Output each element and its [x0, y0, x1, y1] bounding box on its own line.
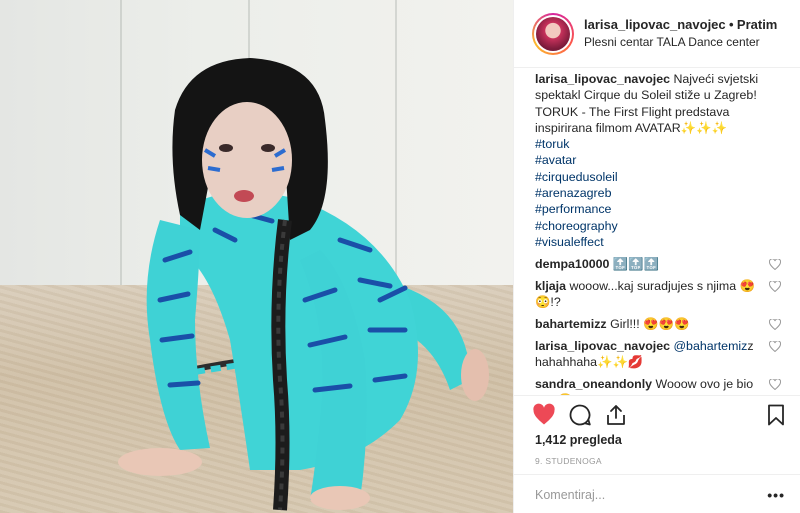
hashtag-link[interactable]: #cirquedusoleil — [535, 169, 783, 185]
hashtag-link[interactable]: #avatar — [535, 152, 783, 168]
dancer-figure — [118, 58, 489, 511]
comment-like-icon[interactable] — [769, 259, 781, 271]
post-header: larisa_lipovac_navojec • Pratim Plesni c… — [514, 0, 800, 68]
comment-item: kljaja wooow...kaj suradjujes s njima 😍😳… — [535, 278, 783, 310]
hashtag-link[interactable]: #visualeffect — [535, 234, 783, 250]
author-avatar[interactable] — [532, 12, 574, 55]
add-comment-section: ••• — [514, 474, 800, 513]
comment-text: wooow...kaj suradjujes s njima 😍😳!? — [535, 279, 756, 310]
action-bar — [514, 395, 800, 431]
hashtag-link[interactable]: #choreography — [535, 218, 783, 234]
heart-filled-icon[interactable] — [532, 403, 556, 427]
caption-username[interactable]: larisa_lipovac_navojec — [535, 72, 670, 86]
following-button[interactable]: Pratim — [737, 17, 777, 32]
comment-like-icon[interactable] — [769, 281, 781, 293]
comment-item: sandra_oneandonly Wooow ovo je bio šok 😳 — [535, 376, 783, 395]
more-options-icon[interactable]: ••• — [767, 487, 785, 503]
comment-like-icon[interactable] — [769, 379, 781, 391]
hashtag-link[interactable]: #arenazagreb — [535, 185, 783, 201]
comment-username[interactable]: bahartemizz — [535, 317, 607, 331]
post-date: 9. STUDENOGA — [535, 456, 602, 466]
comment-item: larisa_lipovac_navojec @bahartemizz haha… — [535, 338, 783, 370]
view-count[interactable]: 1,412 pregleda — [535, 433, 622, 447]
comment-username[interactable]: kljaja — [535, 279, 566, 293]
comment-like-icon[interactable] — [769, 319, 781, 331]
comment-item: bahartemizz Girl!!! 😍😍😍 — [535, 316, 783, 332]
post-video[interactable] — [0, 0, 513, 513]
author-username[interactable]: larisa_lipovac_navojec — [584, 17, 726, 32]
header-separator: • — [729, 17, 734, 32]
header-text: larisa_lipovac_navojec • Pratim Plesni c… — [584, 16, 777, 51]
comment-username[interactable]: dempa10000 — [535, 257, 609, 271]
comment-username[interactable]: larisa_lipovac_navojec — [535, 339, 670, 353]
comment-text: 🔝🔝🔝 — [612, 257, 660, 272]
comments-list[interactable]: larisa_lipovac_navojec Najveći svjetski … — [514, 69, 800, 395]
comment-mention[interactable]: @bahartemiz — [673, 339, 747, 353]
post-caption: larisa_lipovac_navojec Najveći svjetski … — [535, 71, 783, 250]
instagram-post-view: larisa_lipovac_navojec • Pratim Plesni c… — [0, 0, 800, 513]
hashtag-link[interactable]: #toruk — [535, 136, 783, 152]
comment-item: dempa10000 🔝🔝🔝 — [535, 256, 783, 272]
comment-username[interactable]: sandra_oneandonly — [535, 377, 652, 391]
bookmark-icon[interactable] — [764, 403, 788, 427]
comment-text: Girl!!! 😍😍😍 — [610, 317, 690, 332]
post-location[interactable]: Plesni centar TALA Dance center — [584, 34, 777, 51]
comment-like-icon[interactable] — [769, 341, 781, 353]
share-upload-icon[interactable] — [604, 403, 628, 427]
post-side-panel: larisa_lipovac_navojec • Pratim Plesni c… — [513, 0, 800, 513]
comment-input[interactable] — [535, 485, 735, 505]
hashtag-link[interactable]: #performance — [535, 201, 783, 217]
comment-bubble-icon[interactable] — [568, 403, 592, 427]
